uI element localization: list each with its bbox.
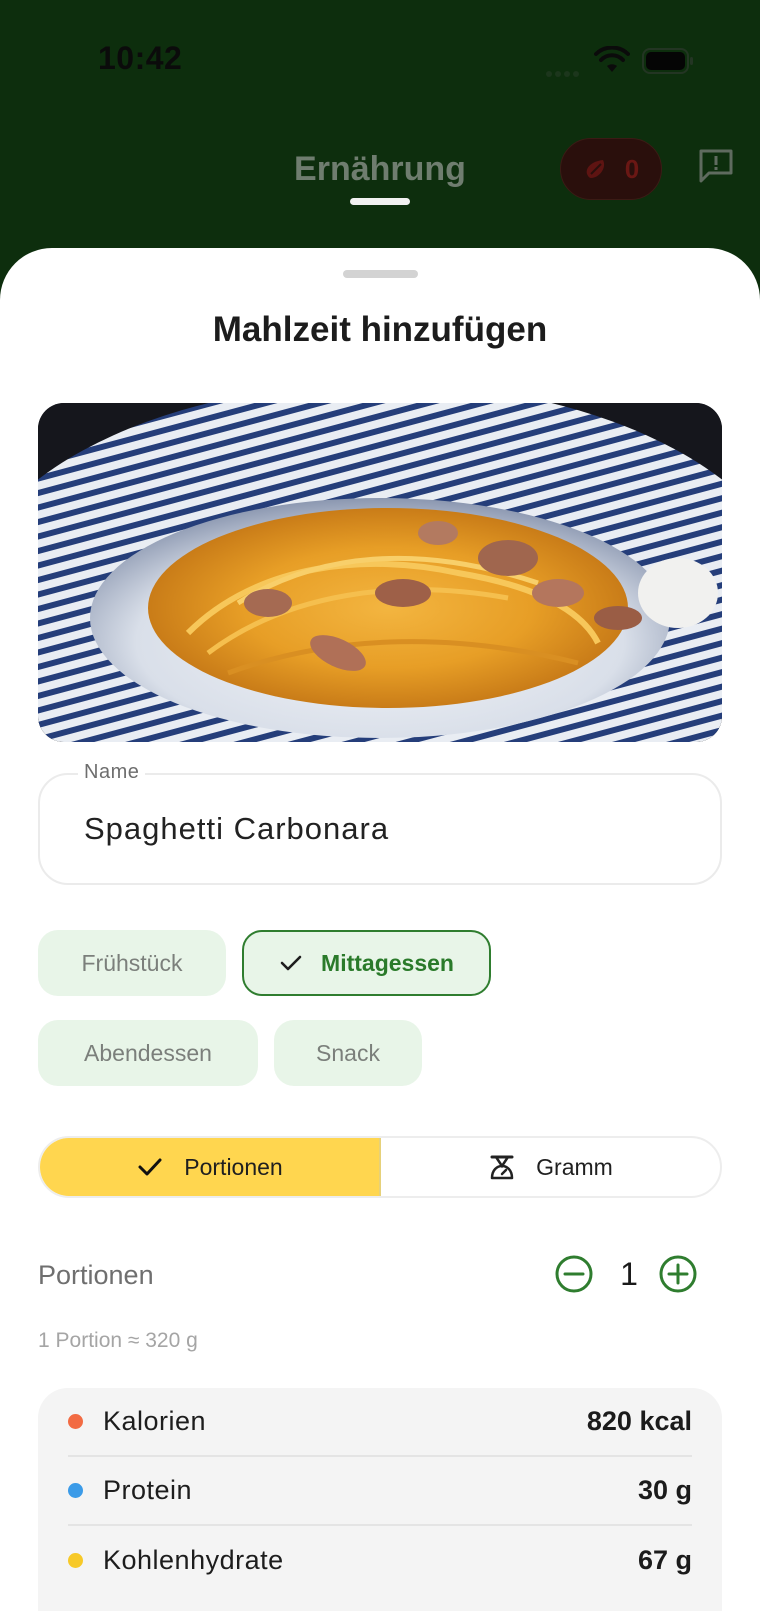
sheet-grabber[interactable] — [343, 270, 418, 278]
app-header: Ernährung 0 — [0, 120, 760, 240]
unit-toggle-grams-label: Gramm — [536, 1153, 613, 1180]
nutrition-label: Protein — [103, 1475, 193, 1505]
points-value: 0 — [624, 153, 640, 184]
checkmark-icon — [138, 1158, 162, 1176]
name-field[interactable]: Name Spaghetti Carbonara — [38, 761, 722, 885]
unit-toggle: Portionen Gramm — [38, 1136, 722, 1198]
nutrition-value: 820 kcal — [586, 1406, 692, 1436]
nutrition-row-calories: Kalorien 820 kcal — [68, 1388, 692, 1457]
status-time: 10:42 — [98, 40, 183, 76]
meal-photo — [38, 403, 722, 742]
cellular-signal-icon — [546, 64, 582, 77]
add-meal-sheet: Mahlzeit hinzufügen Name Spaghetti Carbo… — [0, 248, 760, 1611]
nutrition-label: Kalorien — [103, 1406, 207, 1436]
protein-dot — [68, 1483, 83, 1498]
meal-type-chip-fruehstueck[interactable]: Frühstück — [38, 930, 226, 996]
points-chip[interactable]: 0 — [560, 138, 662, 200]
sheet-title: Mahlzeit hinzufügen — [212, 310, 548, 349]
portion-hint: 1 Portion ≈ 320 g — [38, 1329, 198, 1352]
plus-circle-icon[interactable] — [658, 1254, 698, 1294]
nutrition-row-carbs: Kohlenhydrate 67 g — [68, 1526, 692, 1595]
portion-stepper-row: Portionen 1 — [38, 1246, 722, 1306]
calories-dot — [68, 1414, 83, 1429]
meal-photo-image — [38, 403, 722, 742]
checkmark-icon — [280, 955, 302, 971]
nutrition-card: Kalorien 820 kcal Protein 30 g Kohlenhyd… — [38, 1388, 722, 1611]
nutrition-value: 30 g — [637, 1475, 692, 1505]
nutrition-row-protein: Protein 30 g — [68, 1457, 692, 1526]
unit-toggle-portions-label: Portionen — [184, 1153, 283, 1180]
active-tab-indicator — [350, 198, 410, 205]
scale-icon — [490, 1155, 514, 1180]
minus-circle-icon[interactable] — [554, 1254, 594, 1294]
battery-icon — [642, 48, 693, 74]
portion-count: 1 — [620, 1256, 638, 1292]
carbs-dot — [68, 1553, 83, 1568]
nutrition-value: 67 g — [637, 1545, 692, 1575]
name-field-value[interactable]: Spaghetti Carbonara — [84, 811, 389, 847]
unit-toggle-portions[interactable]: Portionen — [40, 1138, 381, 1196]
meal-type-chip-mittagessen[interactable]: Mittagessen — [242, 930, 491, 996]
meal-type-chip-abendessen[interactable]: Abendessen — [38, 1020, 258, 1086]
nutrition-label: Kohlenhydrate — [103, 1545, 284, 1575]
portion-label: Portionen — [38, 1260, 154, 1290]
flame-icon — [586, 160, 604, 178]
wifi-icon — [594, 46, 630, 72]
meal-type-chip-snack[interactable]: Snack — [274, 1020, 422, 1086]
feedback-icon[interactable] — [696, 146, 736, 186]
status-bar: 10:42 — [0, 0, 760, 120]
name-field-label: Name — [78, 761, 146, 784]
unit-toggle-grams[interactable]: Gramm — [381, 1138, 720, 1196]
meal-type-chip-label: Mittagessen — [321, 949, 454, 976]
